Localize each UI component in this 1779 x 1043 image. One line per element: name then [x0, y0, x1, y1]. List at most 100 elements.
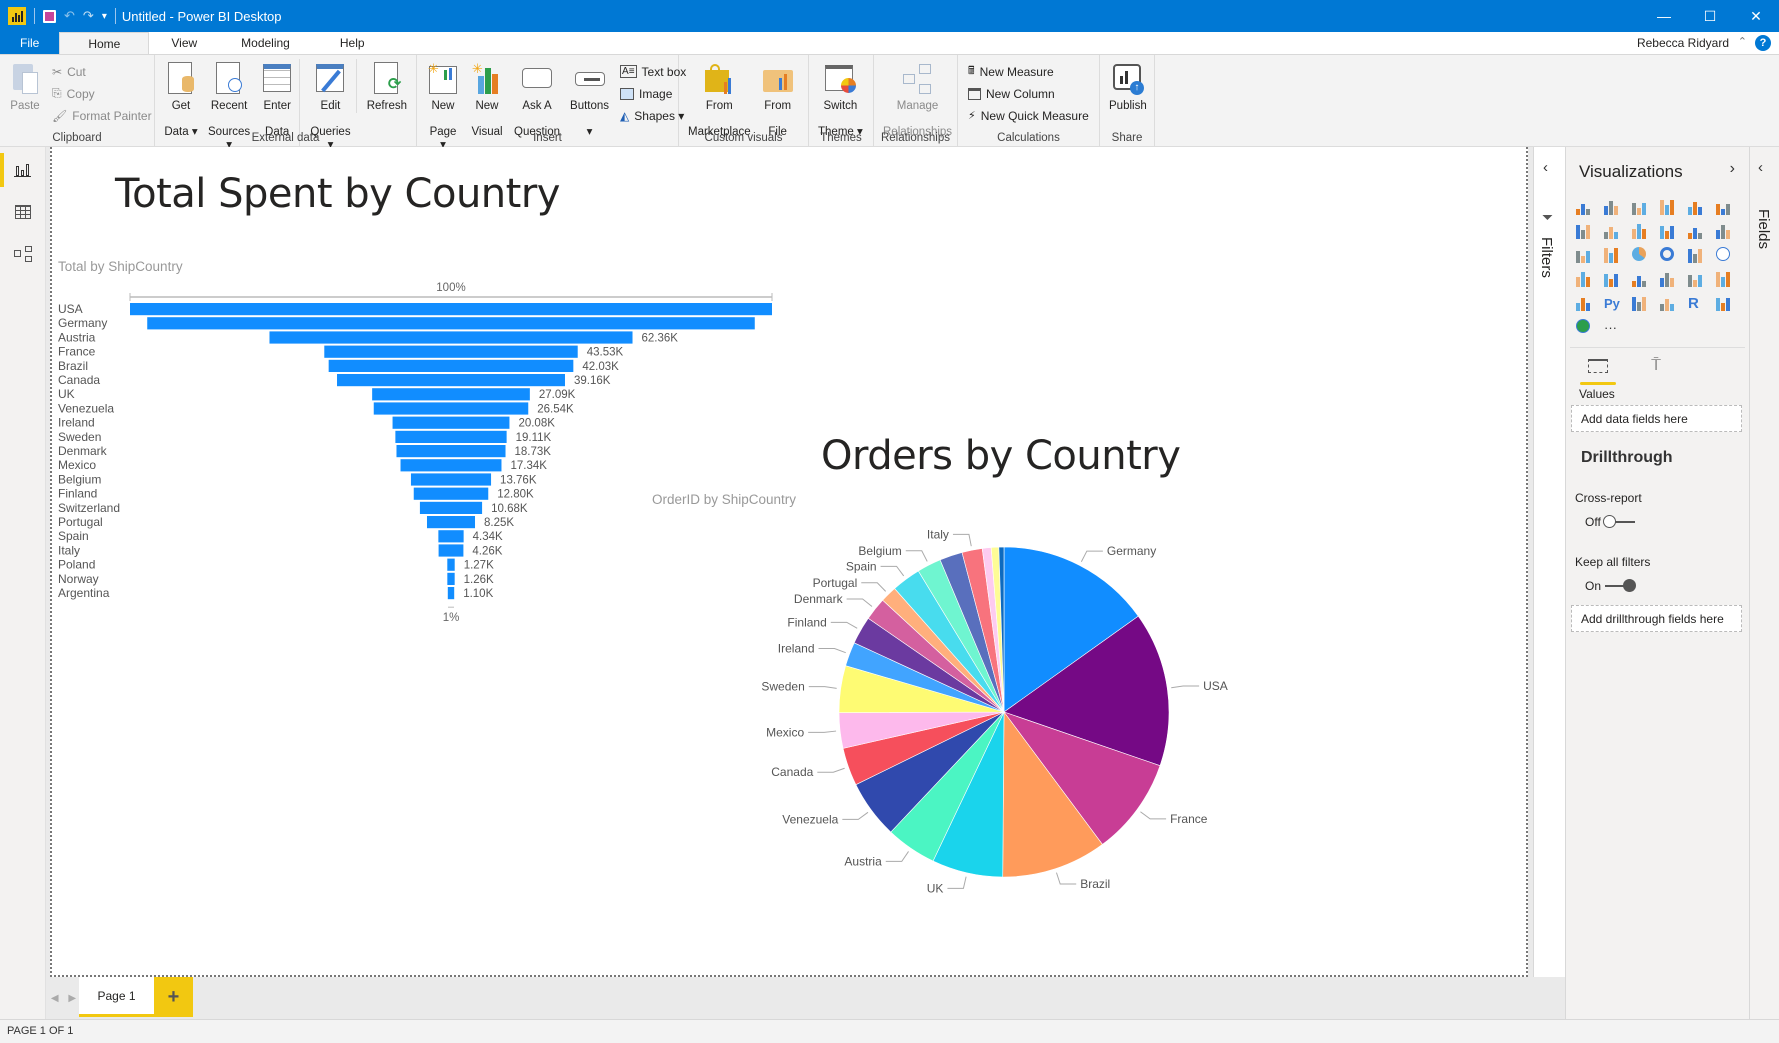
funnel-bar[interactable]	[400, 459, 502, 472]
shapes-button[interactable]: ◭ Shapes ▾	[620, 107, 686, 124]
copy-button[interactable]: ⎘ Copy	[52, 85, 152, 102]
arcgis-map-visual-icon[interactable]	[1576, 319, 1590, 333]
report-canvas[interactable]: Total Spent by Country Total by ShipCoun…	[50, 147, 1528, 977]
funnel-bar[interactable]	[328, 359, 574, 372]
manage-relationships-button[interactable]: Manage Relationships	[878, 59, 957, 139]
from-marketplace-button[interactable]: From Marketplace	[683, 59, 756, 139]
save-icon[interactable]	[43, 9, 56, 23]
line-visual-icon[interactable]	[1576, 223, 1594, 239]
user-name[interactable]: Rebecca Ridyard	[1637, 36, 1729, 50]
funnel-bar[interactable]	[447, 572, 455, 585]
funnel-bar[interactable]	[269, 331, 633, 344]
page-tab-1[interactable]: Page 1	[79, 977, 154, 1017]
area-visual-icon[interactable]	[1604, 223, 1622, 239]
100-stacked-column-visual-icon[interactable]	[1716, 199, 1734, 215]
publish-button[interactable]: ↑ Publish	[1104, 59, 1152, 113]
line-stacked-column-visual-icon[interactable]	[1688, 223, 1706, 239]
kpi-visual-icon[interactable]	[1716, 271, 1734, 287]
report-view-button[interactable]	[0, 149, 45, 191]
donut-visual-icon[interactable]	[1660, 247, 1674, 261]
new-visual-button[interactable]: ✳ New Visual	[465, 59, 509, 139]
funnel-bar[interactable]	[410, 473, 492, 486]
line-clustered-column-visual-icon[interactable]	[1660, 223, 1678, 239]
model-view-button[interactable]	[0, 233, 45, 275]
clustered-bar-visual-icon[interactable]	[1632, 199, 1650, 215]
collapse-filters-icon[interactable]: ‹	[1543, 159, 1548, 176]
more-visual-icon[interactable]: ···	[1604, 319, 1622, 335]
funnel-bar[interactable]	[392, 416, 510, 429]
funnel-bar[interactable]	[438, 544, 464, 557]
tab-view[interactable]: View	[149, 32, 219, 54]
pie-visual-icon[interactable]	[1632, 247, 1646, 261]
funnel-bar[interactable]	[426, 516, 476, 529]
fields-label[interactable]: Fields	[1755, 209, 1772, 249]
switch-theme-button[interactable]: Switch Theme ▾	[813, 59, 868, 139]
minimize-button[interactable]: —	[1641, 0, 1687, 32]
stacked-column-visual-icon[interactable]	[1604, 199, 1622, 215]
customize-toolbar-icon[interactable]: ▾	[102, 11, 107, 22]
multi-row-card-visual-icon[interactable]	[1688, 271, 1706, 287]
funnel-bar[interactable]	[447, 587, 455, 600]
slicer-visual-icon[interactable]	[1576, 295, 1594, 311]
new-column-button[interactable]: New Column	[968, 85, 1089, 102]
pie-visual-title[interactable]: Orders by Country	[821, 433, 1181, 479]
collapse-fields-icon[interactable]: ‹	[1758, 159, 1763, 176]
add-page-button[interactable]: +	[154, 977, 193, 1017]
tab-file[interactable]: File	[0, 32, 60, 54]
buttons-button[interactable]: Buttons ▾	[565, 59, 614, 139]
collapse-ribbon-icon[interactable]: ⌃	[1738, 35, 1747, 48]
funnel-bar[interactable]	[324, 345, 578, 358]
tab-modeling[interactable]: Modeling	[219, 32, 312, 54]
matrix-visual-icon[interactable]	[1660, 295, 1678, 311]
treemap-visual-icon[interactable]	[1688, 247, 1706, 263]
filters-label[interactable]: Filters	[1538, 237, 1555, 278]
help-icon[interactable]: ?	[1755, 35, 1771, 51]
close-button[interactable]: ✕	[1733, 0, 1779, 32]
format-painter-button[interactable]: 🖌 Format Painter	[52, 107, 152, 124]
funnel-bar[interactable]	[147, 317, 755, 330]
paste-button[interactable]: Paste	[4, 59, 46, 113]
ribbon-visual-icon[interactable]	[1716, 223, 1734, 239]
previous-page-icon[interactable]: ◀	[51, 993, 59, 1004]
funnel-bar[interactable]	[438, 530, 464, 543]
refresh-button[interactable]: ⟳ Refresh	[355, 59, 412, 113]
funnel-bar[interactable]	[396, 445, 506, 458]
card-visual-icon[interactable]	[1660, 271, 1678, 287]
funnel-bar[interactable]	[373, 402, 529, 415]
values-well[interactable]: Add data fields here	[1571, 405, 1742, 432]
funnel-bar[interactable]	[413, 487, 489, 500]
map-visual-icon[interactable]	[1716, 247, 1730, 261]
waterfall-visual-icon[interactable]	[1576, 247, 1594, 263]
funnel-bar[interactable]	[337, 374, 565, 387]
cut-button[interactable]: ✂ Cut	[52, 63, 152, 80]
stacked-area-visual-icon[interactable]	[1632, 223, 1650, 239]
next-page-icon[interactable]: ▶	[68, 993, 76, 1004]
new-quick-measure-button[interactable]: ⚡ New Quick Measure	[968, 107, 1089, 124]
filled-map-visual-icon[interactable]	[1576, 271, 1594, 287]
ask-question-button[interactable]: Ask A Question	[509, 59, 565, 139]
pie-chart[interactable]: Germany USA France Brazil UK Austria Venezuela…	[652, 517, 1292, 937]
tab-home[interactable]: Home	[59, 32, 150, 54]
format-tab[interactable]: ⍑	[1636, 351, 1676, 381]
table-visual-icon[interactable]	[1632, 295, 1650, 311]
python-visual-icon[interactable]: Py	[1604, 295, 1622, 311]
redo-icon[interactable]: ↷	[83, 8, 94, 24]
fields-well-tab[interactable]	[1578, 351, 1618, 385]
key-influencers-visual-icon[interactable]	[1716, 295, 1734, 311]
text-box-button[interactable]: A≡ Text box	[620, 63, 686, 80]
funnel-visual-icon[interactable]	[1604, 271, 1622, 287]
image-button[interactable]: Image	[620, 85, 686, 102]
drillthrough-well[interactable]: Add drillthrough fields here	[1571, 605, 1742, 632]
keep-all-filters-toggle[interactable]: On	[1585, 579, 1637, 593]
funnel-bar[interactable]	[130, 303, 772, 316]
maximize-button[interactable]: ☐	[1687, 0, 1733, 32]
funnel-visual-title[interactable]: Total Spent by Country	[115, 171, 560, 217]
funnel-bar[interactable]	[447, 558, 455, 571]
data-view-button[interactable]	[0, 191, 45, 233]
enter-data-button[interactable]: Enter Data	[255, 59, 299, 139]
100-stacked-bar-visual-icon[interactable]	[1688, 199, 1706, 215]
undo-icon[interactable]: ↶	[64, 8, 75, 24]
new-measure-button[interactable]: 🖩 New Measure	[968, 63, 1089, 80]
funnel-bar[interactable]	[372, 388, 530, 401]
from-file-button[interactable]: From File	[756, 59, 800, 139]
